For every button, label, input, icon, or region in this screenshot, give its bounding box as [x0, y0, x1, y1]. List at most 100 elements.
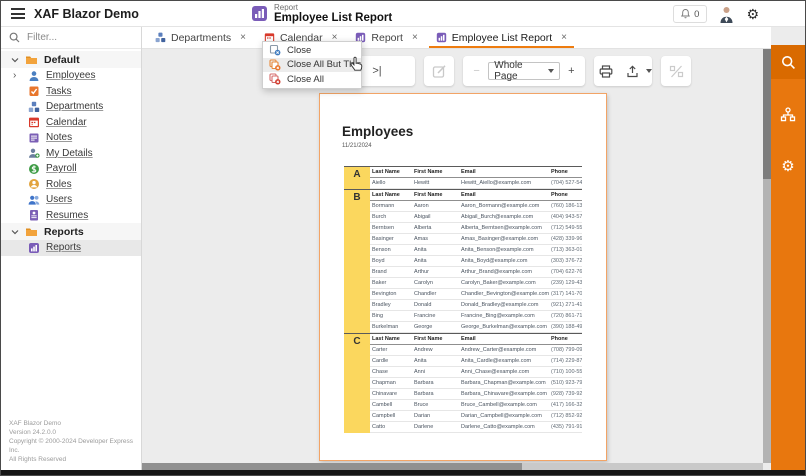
- table-row: BerntsenAlbertaAlberta_Berntsen@example.…: [370, 223, 582, 234]
- sidebar: Default › Employees Tasks Departments Ca…: [1, 27, 142, 470]
- table-row: ChaseAnniAnni_Chase@example.com(710) 100…: [370, 367, 582, 378]
- table-row: BoydAnitaAnita_Boyd@example.com(303) 376…: [370, 256, 582, 267]
- tasks-icon: [28, 85, 40, 97]
- table-row: BakerCarolynCarolyn_Baker@example.com(23…: [370, 278, 582, 289]
- zoom-in-button[interactable]: +: [560, 56, 583, 86]
- sidebar-item-tasks[interactable]: Tasks: [1, 84, 141, 100]
- context-menu-close-all[interactable]: Close All: [263, 72, 361, 87]
- print-button[interactable]: [594, 56, 618, 86]
- report-icon: [436, 32, 447, 43]
- departments-icon: [28, 101, 40, 113]
- settings-gear-icon[interactable]: ⚙: [746, 5, 759, 23]
- group-c: C Last NameFirst NameEmailPhone CarterAn…: [344, 333, 582, 433]
- table-row: BensonAnitaAnita_Benson@example.com(713)…: [370, 245, 582, 256]
- table-row: AielloHewittHewitt_Aiello@example.com(70…: [370, 178, 582, 189]
- report-title: Employees: [342, 124, 413, 139]
- zoom-value: Whole Page: [494, 60, 541, 82]
- hamburger-menu-icon[interactable]: [11, 8, 25, 19]
- employees-icon: [28, 70, 40, 82]
- sidebar-item-calendar[interactable]: Calendar: [1, 115, 141, 131]
- sidebar-item-reports[interactable]: Reports: [1, 240, 141, 256]
- tab-context-menu: Close Close All But This Close All: [262, 41, 362, 89]
- window-bottom-edge: [1, 470, 805, 475]
- last-page-button[interactable]: >|: [364, 56, 390, 86]
- folder-icon: [25, 54, 38, 65]
- chevron-down-icon: [11, 57, 19, 63]
- app-title: XAF Blazor Demo: [34, 7, 139, 21]
- table-row: ChapmanBarbaraBarbara_Chapman@example.co…: [370, 378, 582, 389]
- tab-departments[interactable]: Departments ×: [146, 27, 255, 48]
- avatar[interactable]: [719, 6, 734, 23]
- page-title: Employee List Report: [274, 13, 392, 23]
- table-row: BormannAaronAaron_Bormann@example.com(76…: [370, 201, 582, 212]
- zoom-select[interactable]: Whole Page: [488, 62, 559, 80]
- mouse-cursor-hand: [350, 56, 365, 73]
- right-tool-panel: ⚙: [771, 45, 805, 470]
- export-button[interactable]: [620, 56, 644, 86]
- table-row: CampbellDarianDarian_Campbell@example.co…: [370, 411, 582, 422]
- group-a: A Last NameFirst NameEmailPhone AielloHe…: [344, 166, 582, 189]
- close-icon[interactable]: ×: [412, 32, 418, 43]
- table-row: BradleyDonaldDonald_Bradley@example.com(…: [370, 300, 582, 311]
- notification-count: 0: [694, 9, 699, 20]
- sidebar-item-roles[interactable]: Roles: [1, 177, 141, 193]
- table-row: BevingtonChandlerChandler_Bevington@exam…: [370, 289, 582, 300]
- calendar-icon: [28, 116, 40, 128]
- export-dropdown-caret[interactable]: [646, 69, 652, 73]
- context-menu-close[interactable]: Close: [263, 43, 361, 58]
- resumes-icon: [28, 209, 40, 221]
- vertical-scrollbar[interactable]: [763, 49, 771, 463]
- sidebar-item-users[interactable]: Users: [1, 192, 141, 208]
- users-icon: [28, 194, 40, 206]
- sidebar-item-notes[interactable]: Notes: [1, 130, 141, 146]
- table-row: BrandArthurArthur_Brand@example.com(704)…: [370, 267, 582, 278]
- search-panel-button[interactable]: [771, 45, 805, 79]
- notifications-button[interactable]: 0: [673, 5, 707, 23]
- report-icon: [251, 5, 268, 22]
- edit-icon: [432, 64, 447, 79]
- document-map-button[interactable]: [771, 97, 805, 131]
- app-header: XAF Blazor Demo Report Employee List Rep…: [1, 1, 805, 27]
- report-viewer: > >| − Whole Page +: [142, 49, 763, 463]
- search-toggle-button: [661, 56, 691, 86]
- filter-input[interactable]: [27, 32, 127, 43]
- table-row: CardleAnitaAnita_Cardle@example.com(714)…: [370, 356, 582, 367]
- sidebar-item-my-details[interactable]: My Details: [1, 146, 141, 162]
- close-tab-icon: [269, 44, 281, 56]
- zoom-group: − Whole Page +: [463, 56, 585, 86]
- my-details-icon: [28, 147, 40, 159]
- chevron-down-icon: [11, 229, 19, 235]
- nav-group-reports[interactable]: Reports: [1, 223, 141, 240]
- table-row: CattoDarleneDarlene_Catto@example.com(43…: [370, 422, 582, 433]
- notes-icon: [28, 132, 40, 144]
- table-row: CambellBruceBruce_Cambell@example.com(41…: [370, 400, 582, 411]
- tab-strip: Departments × Calendar × Report × Employ…: [142, 27, 771, 49]
- zoom-out-button: −: [465, 56, 488, 86]
- close-icon[interactable]: ×: [561, 32, 567, 43]
- folder-icon: [25, 226, 38, 237]
- close-icon[interactable]: ×: [240, 32, 246, 43]
- context-menu-close-all-but-this[interactable]: Close All But This: [263, 58, 361, 73]
- roles-icon: [28, 178, 40, 190]
- sidebar-item-departments[interactable]: Departments: [1, 99, 141, 115]
- report-page[interactable]: Employees 11/21/2024 A Last NameFirst Na…: [319, 93, 607, 461]
- tab-employee-list-report[interactable]: Employee List Report ×: [427, 27, 576, 48]
- sidebar-item-resumes[interactable]: Resumes: [1, 208, 141, 224]
- nav-group-default[interactable]: Default: [1, 51, 141, 68]
- table-row: ChinavareBarbaraBarbara_Chinavare@exampl…: [370, 389, 582, 400]
- departments-icon: [155, 32, 166, 43]
- table-row: BurkelmanGeorgeGeorge_Burkelman@example.…: [370, 322, 582, 333]
- sidebar-item-payroll[interactable]: Payroll: [1, 161, 141, 177]
- search-icon: [9, 32, 20, 43]
- vertical-scrollbar-thumb[interactable]: [763, 49, 771, 179]
- export-options-gear-icon[interactable]: ⚙: [771, 149, 805, 183]
- table-row: BasingerAmasAmas_Basinger@example.com(42…: [370, 234, 582, 245]
- table-row: CarterAndrewAndrew_Carter@example.com(70…: [370, 345, 582, 356]
- table-header: Last NameFirst NameEmailPhone: [370, 167, 582, 178]
- expand-icon[interactable]: ›: [13, 70, 22, 81]
- report-icon: [28, 242, 40, 254]
- sidebar-item-employees[interactable]: › Employees: [1, 68, 141, 84]
- table-row: BurchAbigailAbigail_Burch@example.com(40…: [370, 212, 582, 223]
- employee-table: A Last NameFirst NameEmailPhone AielloHe…: [344, 166, 582, 433]
- group-letter: A: [344, 167, 370, 189]
